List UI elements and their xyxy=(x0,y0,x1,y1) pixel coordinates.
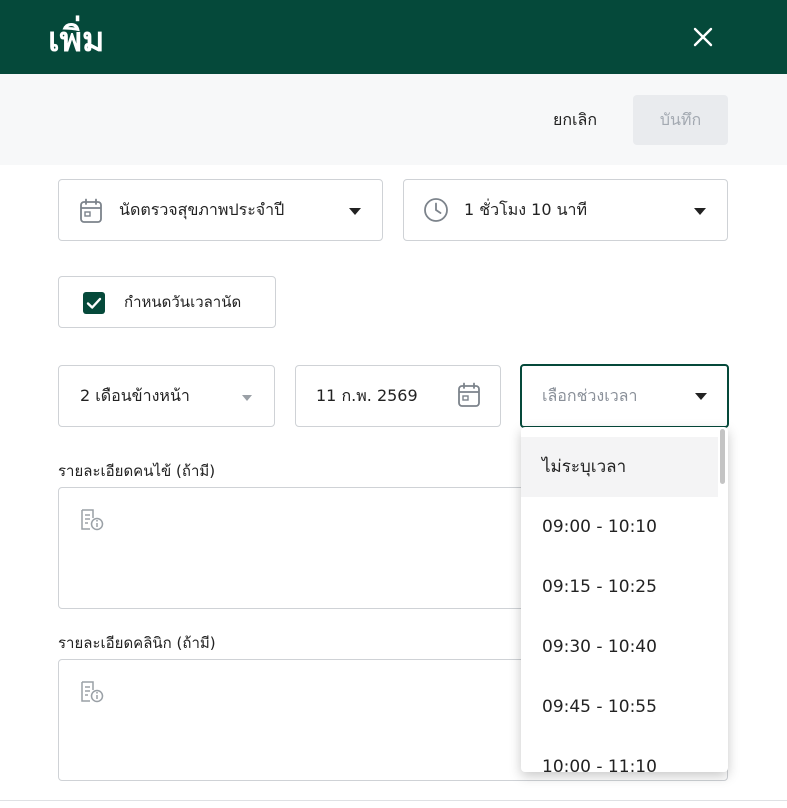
dialog-title: เพิ่ม xyxy=(48,20,105,60)
time-slot-placeholder: เลือกช่วงเวลา xyxy=(542,386,638,405)
time-slot-dropdown: ไม่ระบุเวลา 09:00 - 10:10 09:15 - 10:25 … xyxy=(521,427,728,772)
checkmark-icon xyxy=(86,297,102,309)
appointment-type-select[interactable]: นัดตรวจสุขภาพประจำปี xyxy=(58,179,383,241)
caret-down-icon xyxy=(349,208,361,215)
time-slot-option[interactable]: 09:00 - 10:10 xyxy=(521,497,718,557)
duration-value: 1 ชั่วโมง 10 นาที xyxy=(464,200,588,219)
caret-down-icon xyxy=(695,393,707,400)
divider xyxy=(0,800,787,801)
save-button[interactable]: บันทึก xyxy=(633,95,728,145)
time-slot-option[interactable]: 09:45 - 10:55 xyxy=(521,677,718,737)
clock-icon xyxy=(424,198,448,222)
time-slot-option[interactable]: ไม่ระบุเวลา xyxy=(521,437,718,497)
calendar-icon[interactable] xyxy=(457,382,481,408)
cancel-button[interactable]: ยกเลิก xyxy=(532,95,618,145)
note-info-icon xyxy=(81,681,104,703)
time-slot-option[interactable]: 09:30 - 10:40 xyxy=(521,617,718,677)
date-value: 11 ก.พ. 2569 xyxy=(316,386,418,405)
calendar-icon xyxy=(80,198,102,223)
time-slot-option[interactable]: 10:00 - 11:10 xyxy=(521,737,718,772)
clinic-detail-label: รายละเอียดคลินิก (ถ้ามี) xyxy=(58,634,216,652)
appointment-type-value: นัดตรวจสุขภาพประจำปี xyxy=(119,200,285,219)
patient-detail-label: รายละเอียดคนไข้ (ถ้ามี) xyxy=(58,462,216,480)
close-icon xyxy=(693,27,713,47)
relative-date-select[interactable]: 2 เดือนข้างหน้า xyxy=(58,365,275,427)
set-datetime-checkbox[interactable]: กำหนดวันเวลานัด xyxy=(58,276,276,328)
date-input[interactable]: 11 ก.พ. 2569 xyxy=(295,365,501,427)
note-info-icon xyxy=(81,509,104,531)
duration-select[interactable]: 1 ชั่วโมง 10 นาที xyxy=(403,179,728,241)
caret-down-icon xyxy=(694,208,706,215)
close-button[interactable] xyxy=(688,22,718,52)
checkbox-checked[interactable] xyxy=(83,292,105,314)
set-datetime-label: กำหนดวันเวลานัด xyxy=(124,293,242,311)
dropdown-scrollbar[interactable] xyxy=(720,429,725,484)
caret-down-icon xyxy=(242,395,252,401)
dialog-header: เพิ่ม xyxy=(0,0,787,74)
time-slot-option[interactable]: 09:15 - 10:25 xyxy=(521,557,718,617)
relative-date-value: 2 เดือนข้างหน้า xyxy=(80,386,190,405)
time-slot-select[interactable]: เลือกช่วงเวลา xyxy=(520,364,729,428)
